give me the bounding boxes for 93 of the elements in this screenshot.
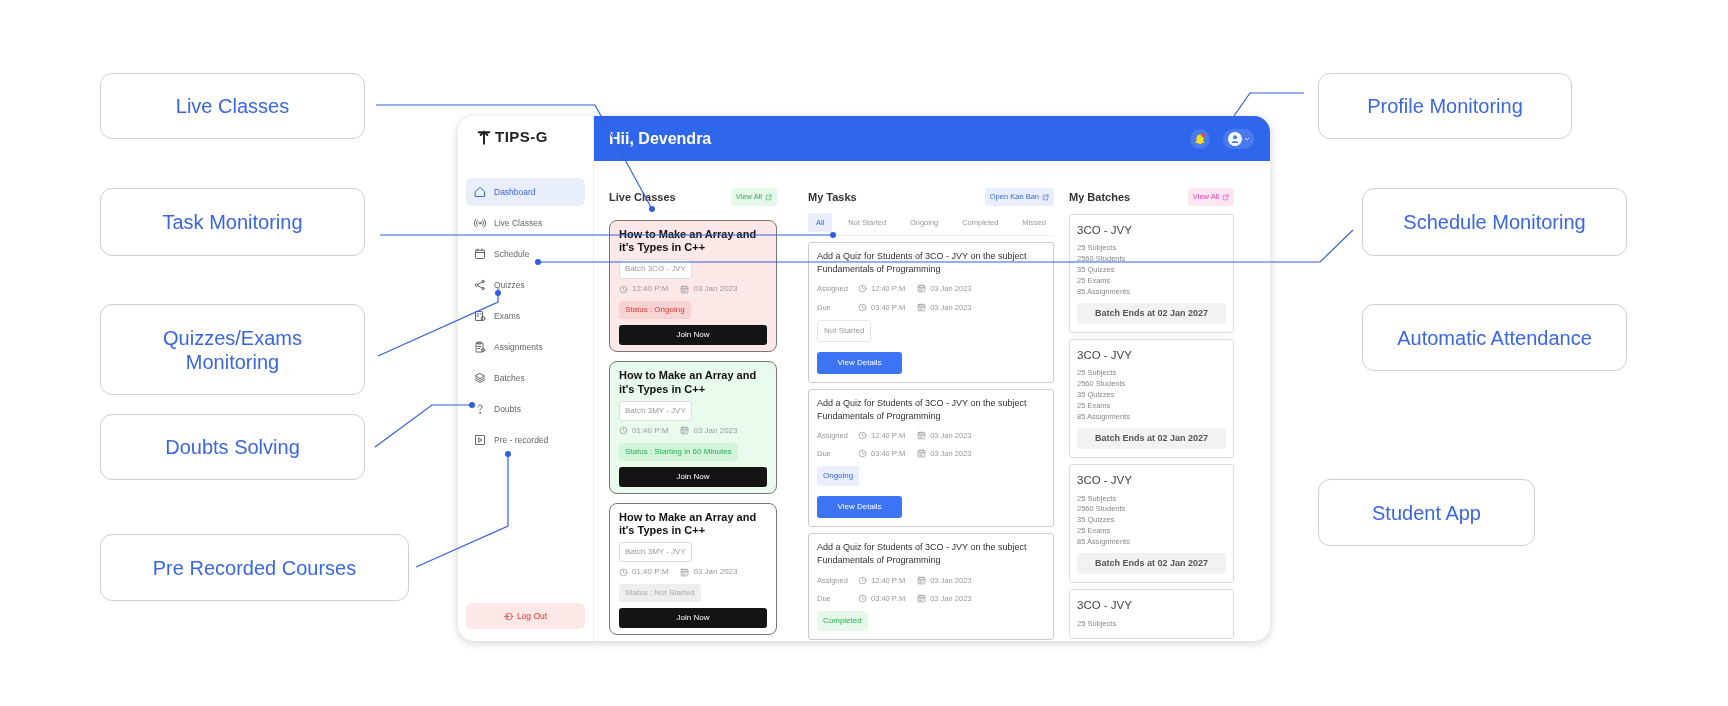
bell-icon — [1194, 132, 1206, 145]
date-text: 03 Jan 2023 — [693, 283, 738, 296]
batch-name: 3CO - JVY — [1077, 598, 1133, 614]
user-icon — [1227, 131, 1242, 146]
external-link-icon — [1042, 193, 1049, 201]
task-title: Add a Quiz for Students of 3CO - JVY on the subject Fundamentals of Programming — [817, 396, 1028, 423]
clock-icon — [858, 284, 867, 294]
calendar-icon — [917, 575, 927, 585]
calendar-icon — [474, 248, 486, 260]
profile-button[interactable] — [1223, 128, 1254, 149]
task-title: Add a Quiz for Students of 3CO - JVY on the subject Fundamentals of Programming — [817, 541, 1028, 568]
calendar-icon — [917, 431, 927, 441]
greeting: Hii, Devendra — [609, 128, 712, 149]
sidebar-item[interactable]: Exams — [466, 302, 585, 330]
clock-icon — [619, 567, 628, 577]
notification-button[interactable] — [1190, 128, 1210, 149]
calendar-icon — [917, 302, 927, 312]
status-badge: Status : Starting in 60 Minutes — [619, 442, 738, 461]
clock-icon — [858, 302, 867, 312]
sidebar-item[interactable]: Doubts — [466, 395, 585, 423]
time-text: 01:40 P:M — [632, 424, 669, 437]
callout-label: Doubts Solving — [100, 414, 365, 480]
view-details-button[interactable]: View Details — [817, 351, 902, 374]
date-text: 03 Jan 2023 — [693, 424, 738, 437]
sidebar-item[interactable]: Batches — [466, 364, 585, 392]
join-button[interactable]: Join Now — [619, 608, 767, 629]
clock-icon — [858, 449, 867, 459]
date-text: 03 Jan 2023 — [693, 566, 738, 579]
callout-label: Student App — [1318, 479, 1535, 546]
status-badge: Ongoing — [817, 466, 860, 487]
video-icon — [474, 434, 486, 446]
callout-label: Quizzes/Exams Monitoring — [100, 304, 365, 395]
time-text: 12:40 P:M — [632, 283, 669, 296]
clock-icon — [858, 575, 867, 585]
callout-label: Pre Recorded Courses — [100, 534, 409, 601]
sidebar-item[interactable]: Pre - recorded — [466, 426, 585, 454]
clock-icon — [858, 431, 867, 441]
logo-icon — [476, 128, 492, 146]
clock-icon — [619, 426, 628, 436]
batch-end-date: Batch Ends at 02 Jan 2027 — [1077, 552, 1226, 575]
exam-icon — [474, 310, 486, 322]
logo-text: TIPS-G — [495, 126, 548, 147]
calendar-icon — [680, 426, 690, 436]
task-title: Add a Quiz for Students of 3CO - JVY on the subject Fundamentals of Programming — [817, 250, 1028, 277]
sidebar-item[interactable]: Dashboard — [466, 178, 585, 206]
clock-icon — [858, 593, 867, 603]
external-link-icon — [1222, 193, 1229, 201]
clock-icon — [619, 284, 628, 294]
class-title: How to Make an Array and it's Types in C++ — [619, 510, 758, 538]
batch-name: 3CO - JVY — [1077, 223, 1133, 238]
home-icon — [474, 186, 486, 198]
logout-button[interactable]: Log Out — [466, 603, 585, 629]
column-title: My Tasks — [808, 189, 857, 205]
join-button[interactable]: Join Now — [619, 325, 767, 346]
batch-end-date: Batch Ends at 02 Jan 2027 — [1077, 427, 1226, 450]
callout-label: Profile Monitoring — [1318, 73, 1572, 139]
calendar-icon — [680, 284, 690, 294]
sidebar-item[interactable]: Live Classes — [466, 209, 585, 237]
class-title: How to Make an Array and it's Types in C++ — [619, 228, 758, 255]
layers-icon — [474, 372, 486, 384]
status-badge: Status : Ongoing — [619, 301, 691, 320]
batch-tag: Batch 3MY - JVY — [619, 542, 692, 563]
broadcast-icon — [474, 217, 486, 229]
status-badge: Not Started — [817, 319, 872, 342]
batch-end-date: Batch Ends at 02 Jan 2027 — [1077, 302, 1226, 325]
calendar-icon — [917, 449, 927, 459]
batch-name: 3CO - JVY — [1077, 348, 1133, 364]
sidebar-item[interactable]: Schedule — [466, 240, 585, 268]
external-link-icon — [765, 193, 772, 201]
share-icon — [474, 279, 486, 291]
calendar-icon — [680, 567, 690, 577]
callout-label: Task Monitoring — [100, 188, 365, 256]
status-badge: Completed — [817, 611, 868, 632]
leader-line — [1233, 92, 1305, 117]
view-details-button[interactable]: View Details — [817, 496, 902, 519]
column-title: My Batches — [1069, 189, 1131, 205]
clipboard-icon — [474, 341, 486, 353]
chevron-down-icon — [1243, 135, 1250, 142]
calendar-icon — [917, 593, 927, 603]
batch-tag: Batch 3CO - JVY — [619, 259, 692, 280]
class-title: How to Make an Array and it's Types in C++ — [619, 369, 758, 396]
callout-label: Schedule Monitoring — [1362, 188, 1627, 256]
batch-name: 3CO - JVY — [1077, 473, 1133, 489]
calendar-icon — [917, 284, 927, 294]
batch-tag: Batch 3MY - JVY — [619, 400, 692, 421]
callout-label: Live Classes — [100, 73, 365, 139]
time-text: 01:40 P:M — [632, 566, 669, 579]
logout-icon — [503, 611, 513, 621]
join-button[interactable]: Join Now — [619, 466, 767, 487]
sidebar-item[interactable]: Quizzes — [466, 271, 585, 299]
sidebar-item[interactable]: Assignments — [466, 333, 585, 361]
callout-label: Automatic Attendance — [1362, 304, 1627, 371]
question-icon — [474, 403, 486, 415]
